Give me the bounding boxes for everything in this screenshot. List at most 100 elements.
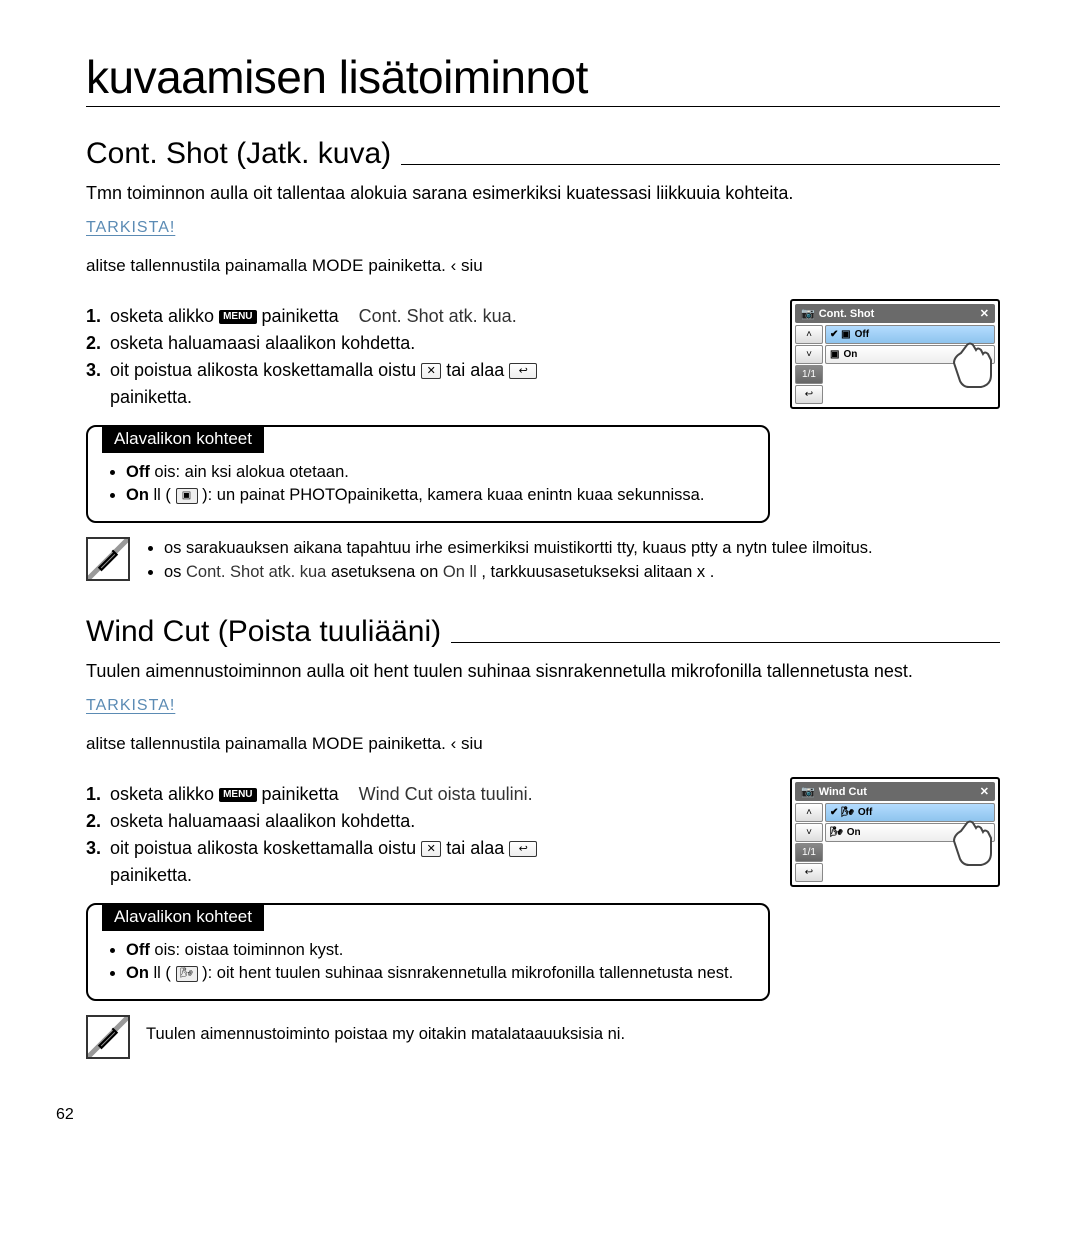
section-rule xyxy=(401,164,1000,165)
step-1-a: osketa alikko xyxy=(110,784,219,804)
step-3-c: painiketta. xyxy=(110,865,192,885)
ui-preview-cont-shot: 📷 Cont. Shot ✕ ˄ ˅ 1/1 ↩ ✔ ▣ Off ▣ On xyxy=(790,299,1000,409)
camera-icon: 📷 xyxy=(801,785,815,798)
up-button[interactable]: ˄ xyxy=(795,325,823,344)
off-text: ois: ain ksi alokua otetaan. xyxy=(150,463,349,481)
page-indicator: 1/1 xyxy=(795,365,823,384)
section-cont-shot-intro: Tmn toiminnon aulla oit tallentaa alokui… xyxy=(86,181,1000,205)
step-3-b: tai alaa xyxy=(446,360,509,380)
off-label: Off xyxy=(126,941,150,959)
close-icon: ✕ xyxy=(980,307,989,320)
down-button[interactable]: ˅ xyxy=(795,345,823,364)
on-label: On xyxy=(126,964,149,982)
page-indicator: 1/1 xyxy=(795,843,823,862)
close-icon: ✕ xyxy=(980,785,989,798)
on-text-b: ): un painat xyxy=(198,486,290,504)
step-2: osketa haluamaasi alaalikon kohdetta. xyxy=(86,808,770,835)
step-3: oit poistua alikosta koskettamalla oistu… xyxy=(86,357,770,411)
off-option-label: Off xyxy=(855,329,869,340)
precheck-after: painiketta. ‹ siu xyxy=(368,734,482,753)
note-2-light2: On ll xyxy=(443,563,477,581)
step-3-c: painiketta. xyxy=(110,387,192,407)
check-label: TARKISTA! xyxy=(86,219,1000,237)
on-label: On xyxy=(126,486,149,504)
step-1-b: painiketta xyxy=(262,306,339,326)
page-number: 62 xyxy=(56,1106,74,1124)
up-button[interactable]: ˄ xyxy=(795,803,823,822)
precheck-line: alitse tallennustila painamalla MODE pai… xyxy=(86,254,1000,278)
photo-word: PHOTO xyxy=(289,486,347,504)
menu-icon: MENU xyxy=(219,788,256,802)
return-icon: ↩ xyxy=(509,363,537,379)
precheck-after: painiketta. ‹ siu xyxy=(368,256,482,275)
title-rule xyxy=(86,106,1000,107)
note-icon xyxy=(86,537,130,581)
step-3-a: oit poistua alikosta koskettamalla oistu xyxy=(110,838,421,858)
wind-icon: 🌬 xyxy=(176,966,198,982)
note-icon xyxy=(86,1015,130,1059)
mode-word: MODE xyxy=(312,734,364,753)
step-1: osketa alikko MENU painiketta Cont. Shot… xyxy=(86,303,770,330)
off-option-label: Off xyxy=(858,807,872,818)
mode-word: MODE xyxy=(312,256,364,275)
menu-icon: MENU xyxy=(219,310,256,324)
hand-cursor-icon xyxy=(943,811,1003,871)
note-2-mid: asetuksena on xyxy=(331,563,443,581)
on-text-b: ): oit hent tuulen suhinaa sisnrakennetu… xyxy=(198,964,734,982)
step-1-a: osketa alikko xyxy=(110,306,219,326)
submenu-box: Alavalikon kohteet Off ois: ain ksi alok… xyxy=(86,425,770,523)
close-icon: ✕ xyxy=(421,363,441,379)
on-option-label: On xyxy=(847,827,861,838)
step-1-c: Cont. Shot atk. kua. xyxy=(359,306,517,326)
hand-cursor-icon xyxy=(943,333,1003,393)
steps-list: osketa alikko MENU painiketta Wind Cut o… xyxy=(86,781,770,889)
submenu-item-off: Off ois: ain ksi alokua otetaan. xyxy=(126,461,750,484)
down-button[interactable]: ˅ xyxy=(795,823,823,842)
note-block: os sarakuauksen aikana tapahtuu irhe esi… xyxy=(86,537,1000,585)
off-label: Off xyxy=(126,463,150,481)
submenu-box: Alavalikon kohteet Off ois: oistaa toimi… xyxy=(86,903,770,1001)
step-1-c: Wind Cut oista tuulini. xyxy=(359,784,533,804)
section-wind-cut-intro: Tuulen aimennustoiminnon aulla oit hent … xyxy=(86,659,1000,683)
submenu-title: Alavalikon kohteet xyxy=(102,903,264,931)
return-button[interactable]: ↩ xyxy=(795,863,823,882)
note-2-light: Cont. Shot atk. kua xyxy=(186,563,331,581)
return-button[interactable]: ↩ xyxy=(795,385,823,404)
ui-preview-wind-cut: 📷 Wind Cut ✕ ˄ ˅ 1/1 ↩ ✔ 🌬 Off 🌬 On xyxy=(790,777,1000,887)
precheck-line: alitse tallennustila painamalla MODE pai… xyxy=(86,732,1000,756)
on-text-a: ll ( xyxy=(149,486,176,504)
submenu-title: Alavalikon kohteet xyxy=(102,425,264,453)
note-item-2: os Cont. Shot atk. kua asetuksena on On … xyxy=(164,561,873,585)
section-cont-shot-title: Cont. Shot (Jatk. kuva) xyxy=(86,137,401,171)
off-text: ois: oistaa toiminnon kyst. xyxy=(150,941,344,959)
on-text-c: painiketta, kamera kuaa enintn kuaa seku… xyxy=(348,486,705,504)
section-wind-cut-title: Wind Cut (Poista tuuliääni) xyxy=(86,615,451,649)
step-2: osketa haluamaasi alaalikon kohdetta. xyxy=(86,330,770,357)
screen-title: Cont. Shot xyxy=(819,308,875,320)
on-text-a: ll ( xyxy=(149,964,176,982)
burst-icon: ▣ xyxy=(176,488,198,504)
note-2-a: os xyxy=(164,563,186,581)
step-1-b: painiketta xyxy=(262,784,339,804)
step-3-b: tai alaa xyxy=(446,838,509,858)
note-block: Tuulen aimennustoiminto poistaa my oitak… xyxy=(86,1015,1000,1059)
submenu-item-off: Off ois: oistaa toiminnon kyst. xyxy=(126,939,750,962)
close-icon: ✕ xyxy=(421,841,441,857)
submenu-item-on: On ll ( 🌬 ): oit hent tuulen suhinaa sis… xyxy=(126,962,750,985)
on-option-label: On xyxy=(843,349,857,360)
note-single: Tuulen aimennustoiminto poistaa my oitak… xyxy=(146,1015,625,1047)
note-2-end: , tarkkuusasetukseksi alitaan x . xyxy=(481,563,714,581)
precheck-text: alitse tallennustila painamalla xyxy=(86,256,312,275)
step-3-a: oit poistua alikosta koskettamalla oistu xyxy=(110,360,421,380)
screen-title: Wind Cut xyxy=(819,786,867,798)
return-icon: ↩ xyxy=(509,841,537,857)
step-1: osketa alikko MENU painiketta Wind Cut o… xyxy=(86,781,770,808)
steps-list: osketa alikko MENU painiketta Cont. Shot… xyxy=(86,303,770,411)
page-title: kuvaamisen lisätoiminnot xyxy=(86,50,1000,106)
step-3: oit poistua alikosta koskettamalla oistu… xyxy=(86,835,770,889)
note-item-1: os sarakuauksen aikana tapahtuu irhe esi… xyxy=(164,537,873,561)
section-rule xyxy=(451,642,1000,643)
camera-icon: 📷 xyxy=(801,307,815,320)
check-label: TARKISTA! xyxy=(86,697,1000,715)
precheck-text: alitse tallennustila painamalla xyxy=(86,734,312,753)
